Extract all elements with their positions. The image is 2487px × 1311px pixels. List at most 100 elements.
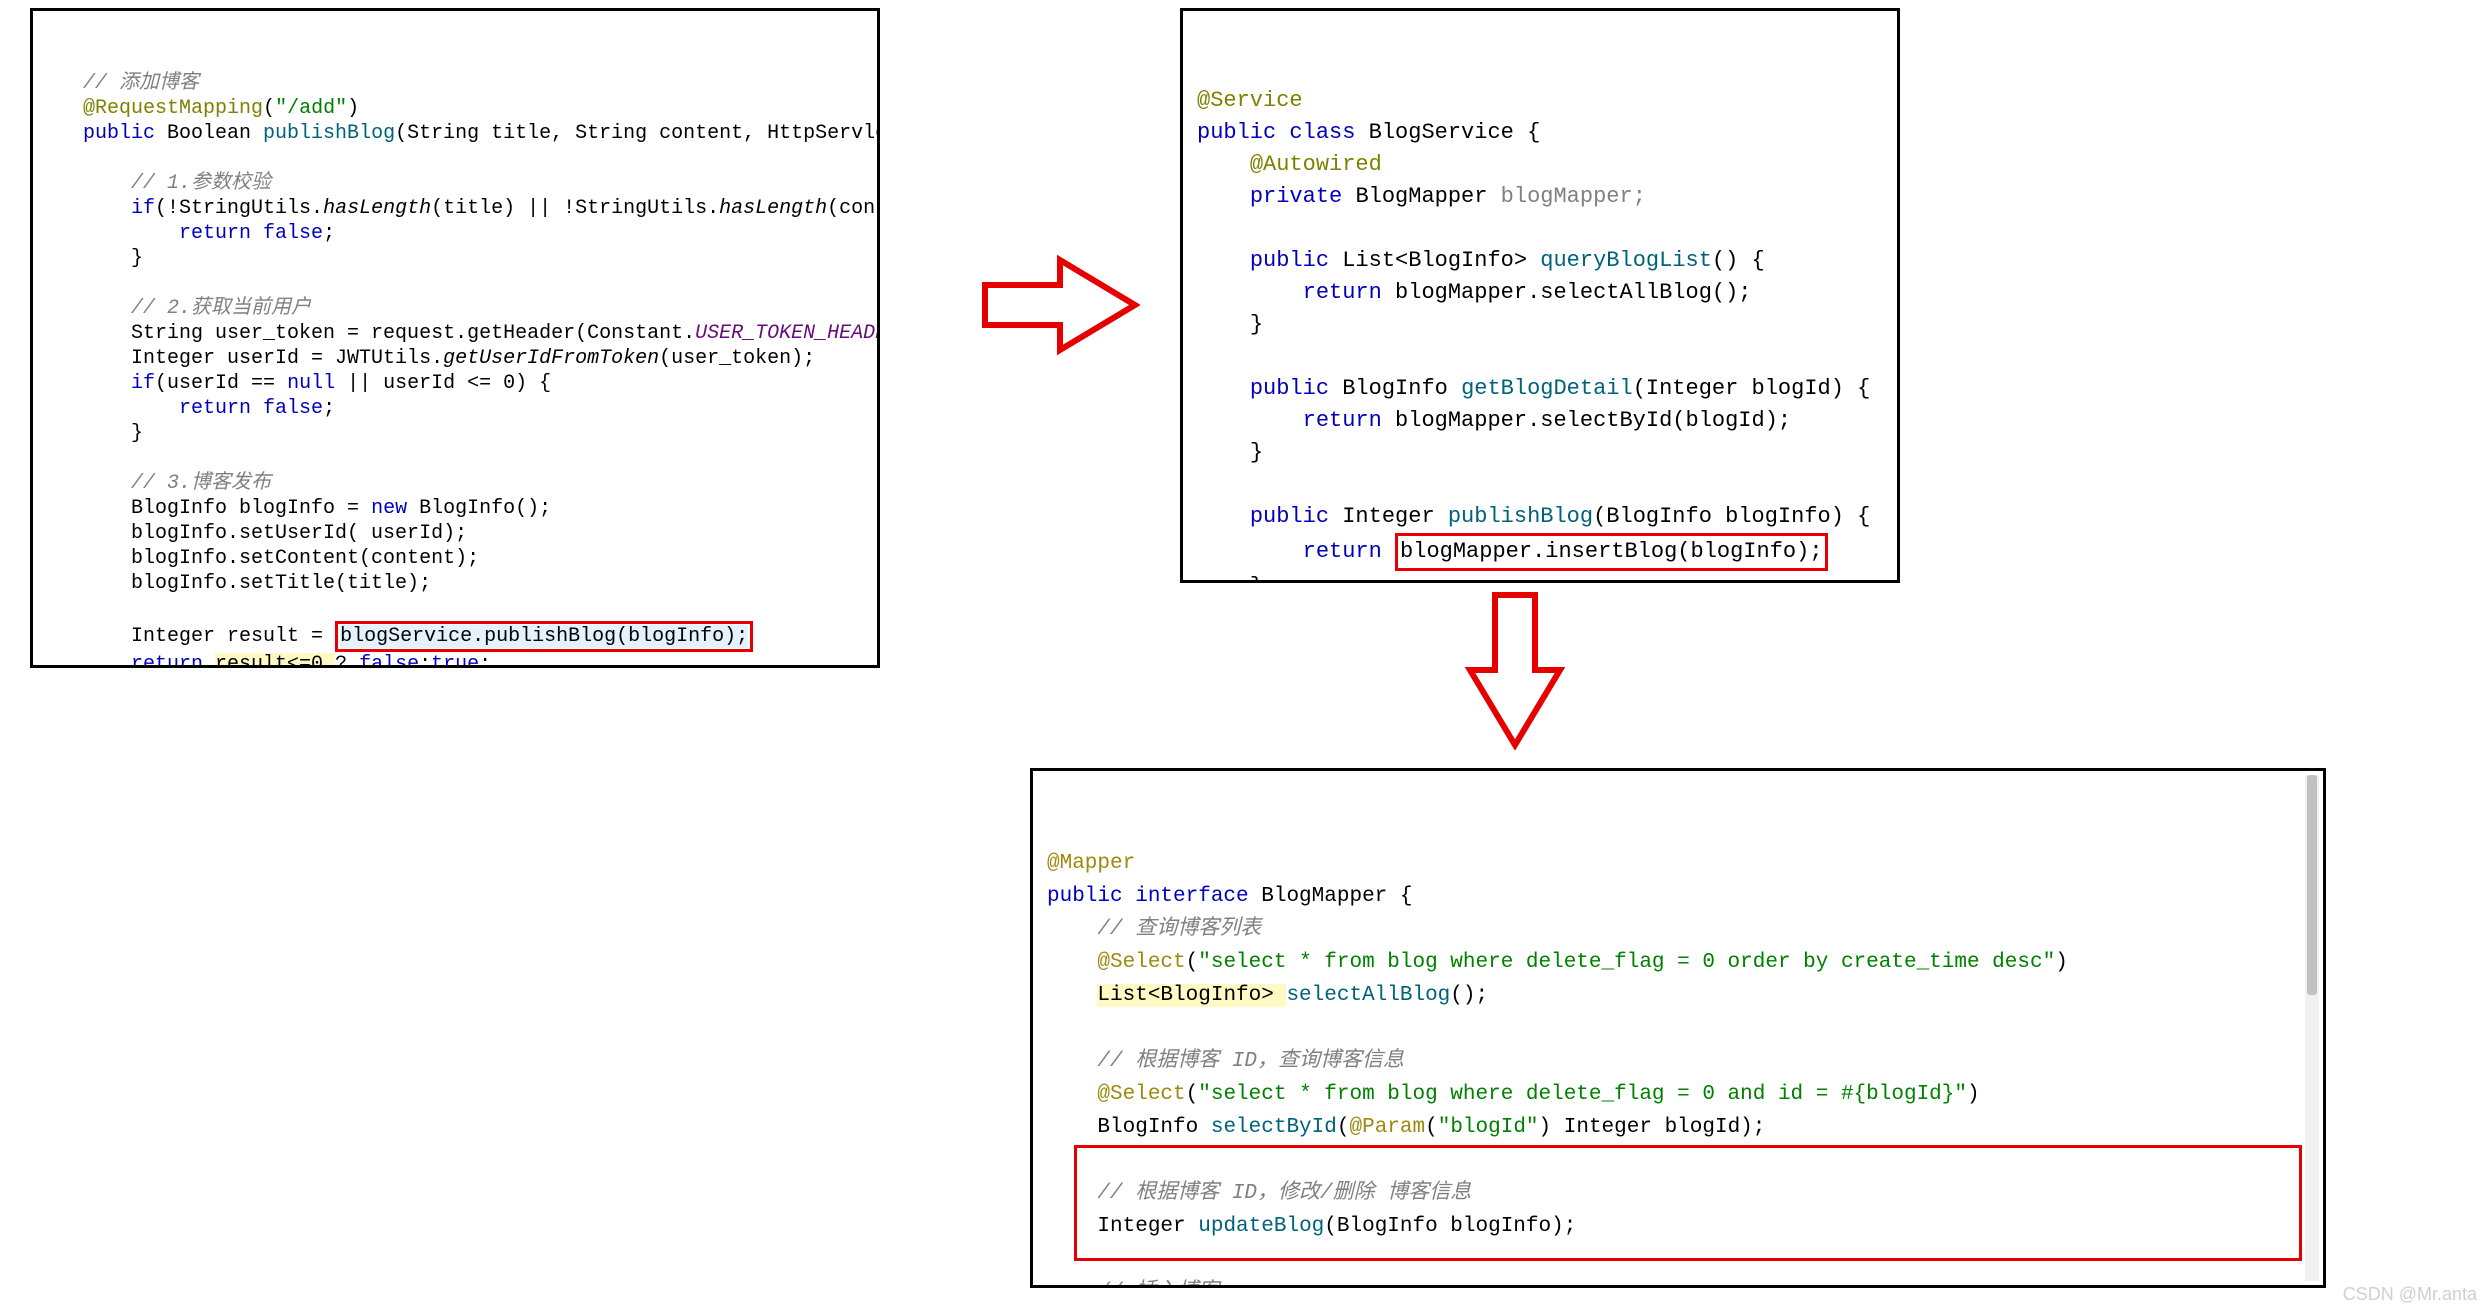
t: ;: [323, 397, 335, 420]
code-content: @Mapper public interface BlogMapper { //…: [1047, 814, 2309, 1288]
kw: if: [131, 197, 155, 220]
t: blogService.publishBlog(blogInfo);: [340, 625, 748, 648]
t: :: [419, 653, 431, 668]
kw: return: [1303, 408, 1395, 433]
kw: return false: [179, 397, 323, 420]
comment: // 2.获取当前用户: [131, 297, 311, 320]
t: (BlogInfo blogInfo);: [1324, 1215, 1576, 1238]
t: List<BlogInfo>: [1342, 248, 1540, 273]
t: BlogMapper: [1355, 184, 1500, 209]
t: ;: [323, 222, 335, 245]
t: Integer result =: [131, 625, 335, 648]
t: () {: [1712, 248, 1765, 273]
t: || userId <=: [335, 372, 503, 395]
method-name: publishBlog: [263, 122, 395, 145]
t: ) {: [515, 372, 551, 395]
t: ();: [1450, 984, 1488, 1007]
t: (title) || !StringUtils.: [431, 197, 719, 220]
kw: null: [287, 372, 335, 395]
t: blogMapper;: [1501, 184, 1646, 209]
t: }: [1250, 440, 1263, 465]
code-content: // 添加博客 @RequestMapping("/add") public B…: [47, 46, 863, 668]
t: result<=0: [215, 653, 335, 668]
kw: public: [83, 122, 167, 145]
method-name: queryBlogList: [1540, 248, 1712, 273]
method-name: selectAllBlog: [1286, 984, 1450, 1007]
annotation: @RequestMapping: [83, 97, 263, 120]
t: }: [131, 247, 143, 270]
t: (: [1425, 1116, 1438, 1139]
t: Integer: [1342, 504, 1448, 529]
string: "blogId": [1438, 1116, 1539, 1139]
scrollbar-thumb[interactable]: [2307, 775, 2317, 995]
kw: public: [1250, 504, 1342, 529]
t: blogInfo.setUserId( userId);: [131, 522, 467, 545]
t: ) Integer blogId);: [1539, 1116, 1766, 1139]
kw: public interface: [1047, 885, 1261, 908]
kw: return: [1303, 539, 1395, 564]
t: Integer userId = JWTUtils.: [131, 347, 443, 370]
t: blogInfo.setContent(content);: [131, 547, 479, 570]
t: blogInfo.setTitle(title);: [131, 572, 431, 595]
kw: public class: [1197, 120, 1369, 145]
t: }: [1250, 574, 1263, 583]
method-name: selectById: [1211, 1116, 1337, 1139]
t: (user_token);: [659, 347, 815, 370]
t: BlogInfo: [1342, 376, 1461, 401]
t: blogMapper.selectAllBlog();: [1395, 280, 1751, 305]
t: List<BlogInfo>: [1097, 984, 1286, 1007]
comment: // 根据博客 ID，修改/删除 博客信息: [1097, 1182, 1471, 1205]
method-name: publishBlog: [1448, 504, 1593, 529]
highlight-call: blogMapper.insertBlog(blogInfo);: [1395, 533, 1827, 571]
comment: // 查询博客列表: [1097, 918, 1261, 941]
method-name: updateBlog: [1198, 1215, 1324, 1238]
code-content: @Service public class BlogService { @Aut…: [1197, 53, 1883, 583]
t: 0: [503, 372, 515, 395]
arrow-right-icon: [980, 250, 1140, 360]
t: getUserIdFromToken: [443, 347, 659, 370]
t: BlogMapper {: [1261, 885, 1412, 908]
t: (: [263, 97, 275, 120]
comment: // 添加博客: [83, 72, 199, 95]
kw: if: [131, 372, 155, 395]
annotation: @Mapper: [1047, 852, 1135, 875]
t: String user_token = request.getHeader(Co…: [131, 322, 695, 345]
t: (content)) {: [827, 197, 880, 220]
kw: private: [1250, 184, 1356, 209]
t: ?: [335, 653, 359, 668]
t: }: [1250, 312, 1263, 337]
string: "select * from blog where delete_flag = …: [1198, 1083, 1967, 1106]
kw: new: [371, 497, 419, 520]
t: (: [1186, 1083, 1199, 1106]
t: BlogInfo: [1097, 1116, 1210, 1139]
t: hasLength: [323, 197, 431, 220]
controller-code-panel: // 添加博客 @RequestMapping("/add") public B…: [30, 8, 880, 668]
string: "/add": [275, 97, 347, 120]
t: ): [347, 97, 359, 120]
string: "select * from blog where delete_flag = …: [1198, 951, 2055, 974]
service-code-panel: @Service public class BlogService { @Aut…: [1180, 8, 1900, 583]
t: BlogInfo blogInfo =: [131, 497, 371, 520]
t: ;: [479, 653, 491, 668]
annotation: @Select: [1097, 951, 1185, 974]
comment: // 1.参数校验: [131, 172, 271, 195]
comment: // 3.博客发布: [131, 472, 271, 495]
t: (!StringUtils.: [155, 197, 323, 220]
scrollbar[interactable]: [2305, 775, 2319, 1281]
kw: false: [359, 653, 419, 668]
kw: return: [131, 653, 215, 668]
annotation: @Param: [1349, 1116, 1425, 1139]
t: (Integer blogId) {: [1633, 376, 1871, 401]
comment: // 根据博客 ID，查询博客信息: [1097, 1050, 1404, 1073]
type: Boolean: [167, 122, 263, 145]
t: hasLength: [719, 197, 827, 220]
t: ): [1967, 1083, 1980, 1106]
t: blogMapper.selectById(blogId);: [1395, 408, 1791, 433]
mapper-code-panel: @Mapper public interface BlogMapper { //…: [1030, 768, 2326, 1288]
t: (: [1337, 1116, 1350, 1139]
t: (BlogInfo blogInfo) {: [1593, 504, 1870, 529]
method-name: getBlogDetail: [1461, 376, 1633, 401]
t: (userId ==: [155, 372, 287, 395]
t: BlogService {: [1369, 120, 1541, 145]
kw: public: [1250, 376, 1342, 401]
